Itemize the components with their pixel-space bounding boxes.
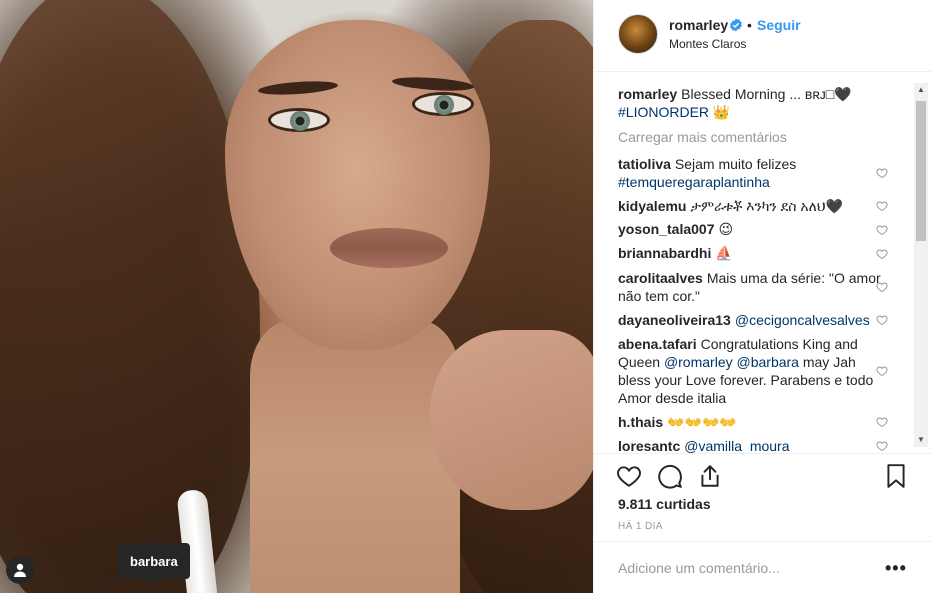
comment-text: ⛵	[715, 245, 733, 261]
caption-hashtag[interactable]: #LIONORDER 👑	[618, 104, 730, 120]
add-comment-bar: Adicione um comentário... •••	[594, 541, 931, 593]
comment-username[interactable]: carolitaalves	[618, 270, 703, 286]
comment-text: 👐👐👐👐	[667, 414, 737, 430]
like-comment-heart-icon[interactable]	[876, 167, 888, 179]
comment-item: carolitaalves Mais uma da série: "O amor …	[618, 269, 888, 305]
comment-username[interactable]: briannabardhi	[618, 245, 711, 261]
comment-item: kidyalemu ታምራቱቾ እንካን ደስ አለህ🖤	[618, 197, 888, 215]
comment-username[interactable]: h.thais	[618, 414, 663, 430]
comment-item: loresantc @vamilla_moura	[618, 437, 888, 453]
more-options-icon[interactable]: •••	[885, 558, 907, 579]
comment-text: Sejam muito felizes	[674, 156, 797, 172]
comment-hashtag[interactable]: #temqueregaraplantinha	[618, 174, 770, 190]
header-username[interactable]: romarley	[669, 17, 728, 33]
post-timestamp[interactable]: HÁ 1 DIA	[618, 521, 663, 532]
comment-mention[interactable]: @cecigoncalvesalves	[735, 312, 870, 328]
photo-hair-left	[0, 0, 260, 593]
photo-lips	[330, 228, 448, 268]
caption-text: Blessed Morning ... ʙʀᴊ□🖤	[681, 86, 852, 102]
comment-username[interactable]: yoson_tala007	[618, 221, 715, 237]
comment-item: abena.tafari Congratulations King and Que…	[618, 335, 888, 407]
instagram-post-modal: barbara romarley • Seguir Montes Claros …	[0, 0, 931, 593]
comment-item: yoson_tala007 😉	[618, 220, 888, 238]
like-comment-heart-icon[interactable]	[876, 248, 888, 260]
scroll-down-arrow-icon[interactable]: ▼	[916, 435, 926, 445]
verified-badge-icon	[730, 18, 742, 32]
header-separator: •	[747, 17, 752, 33]
share-icon[interactable]	[697, 463, 723, 489]
comment-text: ታምራቱቾ እንካን ደስ አለህ🖤	[690, 198, 844, 214]
photo-neck	[250, 320, 460, 593]
comment-mention[interactable]: @romarley	[664, 354, 733, 370]
comment-username[interactable]: dayaneoliveira13	[618, 312, 731, 328]
like-heart-icon[interactable]	[616, 463, 642, 489]
like-comment-heart-icon[interactable]	[876, 281, 888, 293]
caption: romarley Blessed Morning ... ʙʀᴊ□🖤 #LIONO…	[618, 85, 888, 121]
like-comment-heart-icon[interactable]	[876, 314, 888, 326]
user-tag-tooltip[interactable]: barbara	[118, 543, 190, 585]
like-comment-heart-icon[interactable]	[876, 224, 888, 236]
photo-eye-right	[412, 92, 474, 116]
comments-scrollbar[interactable]: ▲ ▼	[914, 83, 928, 447]
load-more-comments-button[interactable]: Carregar mais comentários	[618, 129, 787, 145]
tagged-user-icon[interactable]	[6, 556, 34, 584]
scroll-up-arrow-icon[interactable]: ▲	[916, 85, 926, 95]
avatar[interactable]	[618, 14, 658, 54]
post-photo[interactable]: barbara	[0, 0, 593, 593]
like-comment-heart-icon[interactable]	[876, 365, 888, 377]
comment-username[interactable]: abena.tafari	[618, 336, 697, 352]
follow-button[interactable]: Seguir	[757, 17, 801, 33]
comment-item: dayaneoliveira13 @cecigoncalvesalves	[618, 311, 888, 329]
post-actions: 9.811 curtidas HÁ 1 DIA	[594, 453, 931, 543]
add-comment-input[interactable]: Adicione um comentário...	[618, 560, 780, 576]
comment-item: tatioliva Sejam muito felizes #temquerega…	[618, 155, 888, 191]
comment-username[interactable]: kidyalemu	[618, 198, 686, 214]
scrollbar-thumb[interactable]	[916, 101, 926, 241]
comment-username[interactable]: loresantc	[618, 438, 680, 453]
photo-hand	[430, 330, 593, 510]
post-header: romarley • Seguir Montes Claros	[594, 0, 931, 72]
comment-item: h.thais 👐👐👐👐	[618, 413, 888, 431]
comment-mention[interactable]: @vamilla_moura	[684, 438, 789, 453]
comment-bubble-icon[interactable]	[657, 463, 683, 489]
like-comment-heart-icon[interactable]	[876, 440, 888, 452]
comment-text: 😉	[718, 221, 734, 237]
caption-username[interactable]: romarley	[618, 86, 677, 102]
comment-mention[interactable]: @barbara	[737, 354, 799, 370]
like-comment-heart-icon[interactable]	[876, 416, 888, 428]
likes-count[interactable]: 9.811 curtidas	[618, 496, 711, 512]
bookmark-icon[interactable]	[883, 463, 909, 489]
photo-eye-left	[268, 108, 330, 132]
comments-list[interactable]: romarley Blessed Morning ... ʙʀᴊ□🖤 #LIONO…	[594, 73, 931, 453]
comment-item: briannabardhi ⛵	[618, 244, 888, 262]
post-sidebar: romarley • Seguir Montes Claros romarley…	[593, 0, 931, 593]
comment-username[interactable]: tatioliva	[618, 156, 671, 172]
location-link[interactable]: Montes Claros	[669, 37, 746, 51]
like-comment-heart-icon[interactable]	[876, 200, 888, 212]
user-tag-label: barbara	[130, 553, 178, 569]
